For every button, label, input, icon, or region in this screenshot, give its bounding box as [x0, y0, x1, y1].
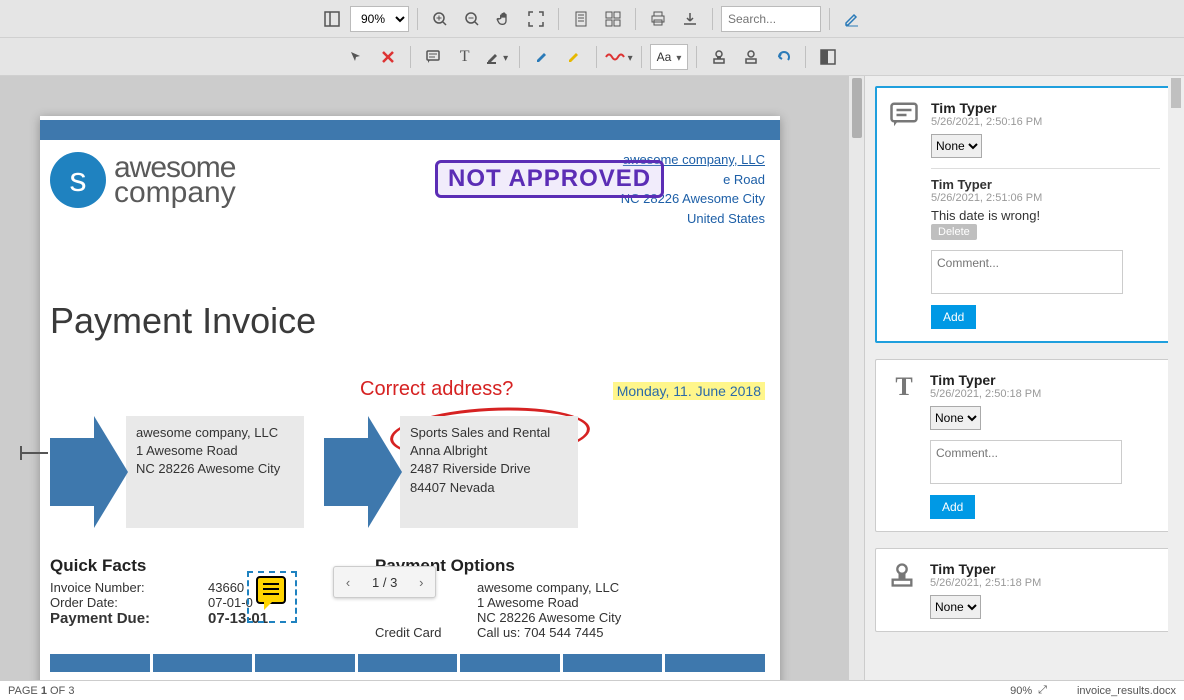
delete-icon[interactable] [374, 43, 402, 71]
prev-page-button[interactable]: ‹ [334, 567, 362, 597]
next-page-button[interactable]: › [407, 567, 435, 597]
stamp-annotation-icon [888, 561, 920, 593]
reply-input[interactable] [930, 440, 1122, 484]
comment-card[interactable]: T Tim Typer 5/26/2021, 2:50:18 PM None A… [875, 359, 1174, 532]
highlight-icon[interactable] [528, 43, 556, 71]
margin-marker [20, 452, 48, 454]
zoom-select[interactable]: 90% [350, 6, 409, 32]
page-indicator: 1 / 3 [362, 575, 407, 590]
doc-scrollbar[interactable] [848, 76, 864, 680]
expand-icon[interactable]: ⤢ [1038, 684, 1047, 697]
comment-author: Tim Typer [930, 561, 1041, 577]
separator [519, 46, 520, 68]
comment-status-select[interactable]: None [930, 595, 981, 619]
comments-panel: Tim Typer 5/26/2021, 2:50:16 PM None Tim… [864, 76, 1184, 680]
chevron-down-icon [676, 50, 681, 64]
comment-type-icon [889, 100, 921, 132]
add-reply-button[interactable]: Add [931, 305, 976, 329]
invoice-date-highlight[interactable]: Monday, 11. June 2018 [613, 382, 765, 400]
company-logo: s awesome company [50, 152, 236, 208]
text-icon[interactable]: T [451, 43, 479, 71]
reply-input[interactable] [931, 250, 1123, 294]
from-address-box: awesome company, LLC1 Awesome RoadNC 282… [126, 416, 304, 528]
invoice-table-header [50, 654, 765, 672]
grid-icon[interactable] [599, 5, 627, 33]
page-status: PAGE 1 OF 3 [8, 685, 74, 697]
separator [417, 8, 418, 30]
comment-status-select[interactable]: None [931, 134, 982, 158]
page-title: Payment Invoice [50, 300, 316, 342]
address-blocks: awesome company, LLC1 Awesome RoadNC 282… [50, 416, 578, 528]
separator [829, 8, 830, 30]
arrow-icon [50, 416, 126, 528]
comment-author: Tim Typer [930, 372, 1041, 388]
zoom-in-icon[interactable] [426, 5, 454, 33]
undo-icon[interactable] [769, 43, 797, 71]
separator [805, 46, 806, 68]
zoom-status: 90% [1010, 685, 1032, 697]
chevron-down-icon [503, 49, 508, 64]
separator [635, 8, 636, 30]
page-navigator: ‹ 1 / 3 › [333, 566, 436, 598]
reply-body: This date is wrong! [931, 208, 1160, 223]
quick-facts-section: Quick Facts Invoice Number:43660 Order D… [50, 556, 268, 627]
stamp-not-approved[interactable]: NOT APPROVED [435, 160, 664, 198]
underline-icon[interactable] [560, 43, 588, 71]
reply-author: Tim Typer [931, 177, 1160, 192]
font-size-dropdown[interactable]: Aa [650, 44, 689, 70]
separator [712, 8, 713, 30]
status-bar: PAGE 1 OF 3 90% ⤢ invoice_results.docx [0, 680, 1184, 700]
comment-time: 5/26/2021, 2:50:18 PM [930, 388, 1041, 400]
delete-reply-button[interactable]: Delete [931, 224, 977, 240]
logo-mark: s [50, 152, 106, 208]
continuous-icon[interactable] [567, 5, 595, 33]
squiggle-icon[interactable] [605, 43, 633, 71]
search-input[interactable] [721, 6, 821, 32]
filename: invoice_results.docx [1077, 685, 1176, 697]
to-address-box: Sports Sales and RentalAnna Albright2487… [400, 416, 578, 528]
document-viewport[interactable]: s awesome company awesome company, LLC e… [0, 76, 848, 680]
add-reply-button[interactable]: Add [930, 495, 975, 519]
comment-card[interactable]: Tim Typer 5/26/2021, 2:51:18 PM None [875, 548, 1174, 632]
ink-highlight-icon[interactable] [483, 43, 511, 71]
sign-icon[interactable] [838, 5, 866, 33]
separator [696, 46, 697, 68]
zoom-out-icon[interactable] [458, 5, 486, 33]
separator [410, 46, 411, 68]
comment-author: Tim Typer [931, 100, 1042, 116]
panel-scrollbar[interactable] [1168, 76, 1184, 680]
comment-card[interactable]: Tim Typer 5/26/2021, 2:50:16 PM None Tim… [875, 86, 1174, 343]
logo-text: awesome company [114, 155, 236, 206]
reply-time: 5/26/2021, 2:51:06 PM [931, 192, 1160, 204]
page-header-band [40, 120, 780, 140]
sticky-note-icon[interactable] [256, 576, 286, 604]
separator [641, 46, 642, 68]
annotation-text-correct-address[interactable]: Correct address? [360, 378, 513, 401]
comment-icon[interactable] [419, 43, 447, 71]
comment-status-select[interactable]: None [930, 406, 981, 430]
separator [558, 8, 559, 30]
text-annotation-icon: T [888, 372, 920, 404]
select-icon[interactable] [342, 43, 370, 71]
arrow-icon [324, 416, 400, 528]
stamp-add-icon[interactable] [737, 43, 765, 71]
stamp-icon[interactable] [705, 43, 733, 71]
print-icon[interactable] [644, 5, 672, 33]
chevron-down-icon [628, 49, 633, 64]
comment-time: 5/26/2021, 2:51:18 PM [930, 577, 1041, 589]
fit-icon[interactable] [522, 5, 550, 33]
separator [596, 46, 597, 68]
hand-icon[interactable] [490, 5, 518, 33]
download-icon[interactable] [676, 5, 704, 33]
comment-time: 5/26/2021, 2:50:16 PM [931, 116, 1042, 128]
panel-toggle-icon[interactable] [318, 5, 346, 33]
redact-icon[interactable] [814, 43, 842, 71]
